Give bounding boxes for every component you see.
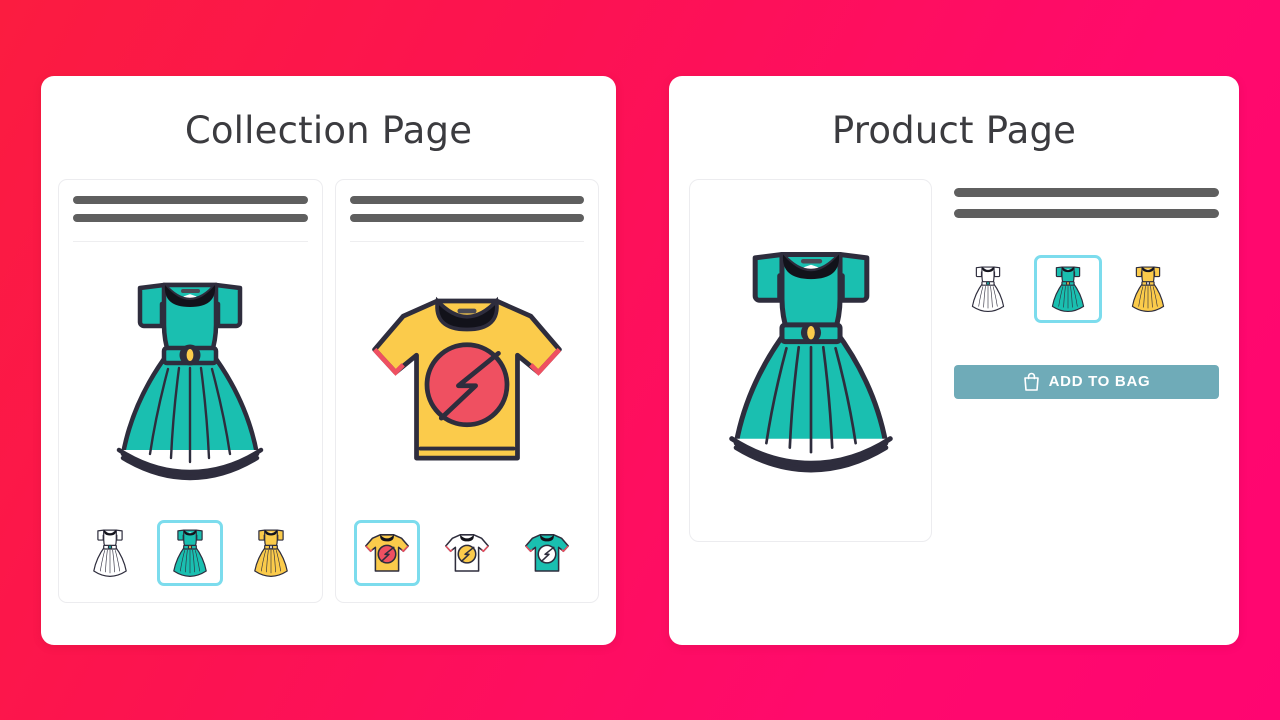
variant-thumb-dress-teal[interactable] <box>1034 254 1102 323</box>
product-page-panel: Product Page ADD TO BAG <box>669 75 1239 645</box>
variant-thumbnail-strip <box>73 519 308 586</box>
tshirt-yellow-icon <box>364 533 409 572</box>
dress-yellow-icon <box>1131 266 1165 312</box>
variant-thumb-tshirt-teal[interactable] <box>514 519 580 586</box>
product-card-tshirt[interactable] <box>334 178 599 603</box>
skeleton-bar <box>954 187 1219 197</box>
product-card-dress[interactable] <box>58 178 323 603</box>
dress-teal-icon <box>1051 266 1085 312</box>
skeleton-text-block <box>954 187 1219 218</box>
collection-page-panel: Collection Page <box>41 75 616 645</box>
page-stage: Collection Page Product Page ADD TO BAG <box>0 0 1280 720</box>
collection-card-grid <box>41 178 616 603</box>
add-to-bag-label: ADD TO BAG <box>1048 373 1151 391</box>
tshirt-white-icon <box>444 533 489 572</box>
skeleton-bar <box>954 208 1219 218</box>
tshirt-yellow-illustration <box>371 296 562 461</box>
dress-teal-illustration <box>117 283 264 481</box>
tshirt-teal-icon <box>524 533 570 572</box>
skeleton-text-block <box>349 195 584 222</box>
skeleton-bar <box>73 213 308 222</box>
product-card-hero-dress-teal[interactable] <box>73 242 308 520</box>
variant-thumb-dress-white[interactable] <box>77 519 143 586</box>
dress-white-icon <box>971 266 1005 312</box>
dress-yellow-icon <box>253 529 288 577</box>
skeleton-bar <box>349 195 584 204</box>
product-gallery-frame[interactable] <box>689 178 932 542</box>
variant-thumbnail-strip <box>954 254 1219 323</box>
variant-thumb-dress-teal[interactable] <box>157 519 224 586</box>
dress-teal-icon <box>173 529 208 577</box>
dress-teal-illustration-large <box>728 252 893 473</box>
skeleton-bar <box>349 213 584 222</box>
skeleton-bar <box>73 195 308 204</box>
collection-page-title: Collection Page <box>184 108 473 152</box>
variant-thumb-dress-yellow[interactable] <box>1114 254 1182 323</box>
variant-thumb-dress-white[interactable] <box>954 254 1022 323</box>
shopping-bag-icon <box>1023 372 1040 392</box>
product-card-hero-tshirt-yellow[interactable] <box>350 242 585 520</box>
dress-white-icon <box>93 529 127 577</box>
product-info-column: ADD TO BAG <box>954 179 1219 542</box>
product-page-title: Product Page <box>831 108 1077 152</box>
skeleton-text-block <box>73 195 308 222</box>
variant-thumb-dress-yellow[interactable] <box>237 519 304 586</box>
add-to-bag-button[interactable]: ADD TO BAG <box>954 364 1219 399</box>
variant-thumb-tshirt-white[interactable] <box>433 519 500 586</box>
variant-thumb-tshirt-yellow[interactable] <box>353 519 420 586</box>
product-detail-layout: ADD TO BAG <box>669 178 1239 542</box>
variant-thumbnail-strip <box>350 519 585 586</box>
